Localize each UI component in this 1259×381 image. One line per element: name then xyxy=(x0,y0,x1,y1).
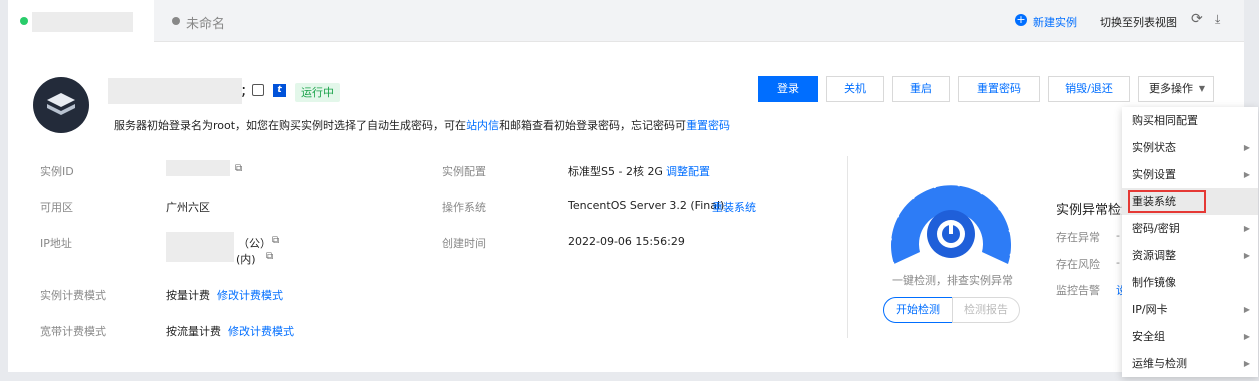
risk-row-label: 存在风险 xyxy=(1056,258,1100,271)
chevron-right-icon: ▶ xyxy=(1243,143,1250,152)
menu-item-reinstall-os[interactable]: 重装系统 xyxy=(1122,188,1258,215)
menu-item-label: 密码/密钥 xyxy=(1132,222,1180,235)
tab-untitled[interactable]: 未命名 xyxy=(186,13,225,32)
login-tip: 服务器初始登录名为root，如您在购买实例时选择了自动生成密码，可在站内信和邮箱… xyxy=(114,117,730,133)
created-time-value: 2022-09-06 15:56:29 xyxy=(568,235,685,248)
os-value: TencentOS Server 3.2 (Final) xyxy=(568,199,725,212)
health-check-gauge xyxy=(890,184,1012,265)
instance-id-redacted xyxy=(166,160,230,176)
download-icon[interactable]: ⤓ xyxy=(1215,12,1220,27)
chevron-right-icon: ▶ xyxy=(1243,224,1250,233)
menu-item-label: 制作镜像 xyxy=(1132,276,1176,289)
menu-item-security-group[interactable]: 安全组 ▶ xyxy=(1122,323,1258,350)
modify-bandwidth-billing-link[interactable]: 修改计费模式 xyxy=(228,323,294,339)
menu-item-instance-state[interactable]: 实例状态 ▶ xyxy=(1122,134,1258,161)
bandwidth-billing-value: 按流量计费 xyxy=(166,325,221,338)
instance-avatar xyxy=(33,77,89,133)
tag-icon[interactable]: t xyxy=(273,84,286,97)
more-actions-button[interactable]: 更多操作 ▼ xyxy=(1138,76,1214,102)
new-instance-link[interactable]: 新建实例 xyxy=(1033,14,1077,30)
config-label: 实例配置 xyxy=(442,165,486,178)
chevron-down-icon: ▼ xyxy=(1198,84,1205,93)
chevron-right-icon: ▶ xyxy=(1243,359,1250,368)
menu-item-resource-adjust[interactable]: 资源调整 ▶ xyxy=(1122,242,1258,269)
modify-billing-link[interactable]: 修改计费模式 xyxy=(217,287,283,303)
tip-text-1: 服务器初始登录名为root，如您在购买实例时选择了自动生成密码，可在 xyxy=(114,119,467,132)
menu-item-label: 购买相同配置 xyxy=(1132,114,1198,127)
ip-private-tag: (内) xyxy=(236,253,256,266)
anomaly-row-label: 存在异常 xyxy=(1056,231,1100,244)
more-actions-label: 更多操作 xyxy=(1149,82,1193,95)
status-badge: 运行中 xyxy=(295,83,340,102)
tab-instance-active[interactable] xyxy=(8,0,154,42)
zone-label: 可用区 xyxy=(40,201,73,214)
menu-item-instance-settings[interactable]: 实例设置 ▶ xyxy=(1122,161,1258,188)
bandwidth-billing-label: 宽带计费模式 xyxy=(40,325,106,338)
name-separator: ; xyxy=(241,80,247,99)
start-check-button[interactable]: 开始检测 xyxy=(883,297,953,323)
instance-id-label: 实例ID xyxy=(40,165,74,178)
reinstall-os-link[interactable]: 重装系统 xyxy=(712,199,756,215)
ip-address-redacted xyxy=(166,232,234,262)
zone-value: 广州六区 xyxy=(166,201,210,214)
ip-label: IP地址 xyxy=(40,237,72,250)
adjust-config-link[interactable]: 调整配置 xyxy=(666,163,710,179)
edit-icon[interactable] xyxy=(252,84,264,96)
menu-item-password-key[interactable]: 密码/密钥 ▶ xyxy=(1122,215,1258,242)
config-value: 标准型S5 - 2核 2G xyxy=(568,165,663,178)
menu-item-buy-same[interactable]: 购买相同配置 xyxy=(1122,107,1258,134)
tab-label-redacted xyxy=(32,12,133,32)
tab-bar: 未命名 + 新建实例 切换至列表视图 ⟳ ⤓ xyxy=(8,0,1244,42)
highlight-box xyxy=(1128,190,1206,213)
inbox-link[interactable]: 站内信 xyxy=(466,119,499,132)
risk-row-value: - xyxy=(1116,256,1120,269)
chevron-right-icon: ▶ xyxy=(1243,332,1250,341)
check-report-button[interactable]: 检测报告 xyxy=(952,297,1020,323)
copy-icon[interactable]: ⧉ xyxy=(266,251,273,262)
add-circle-icon: + xyxy=(1015,13,1027,26)
check-caption: 一键检测，排查实例异常 xyxy=(892,274,1013,287)
menu-item-label: IP/网卡 xyxy=(1132,303,1168,316)
os-label: 操作系统 xyxy=(442,201,486,214)
copy-icon[interactable]: ⧉ xyxy=(235,163,242,174)
chevron-right-icon: ▶ xyxy=(1243,170,1250,179)
billing-mode-value: 按量计费 xyxy=(166,289,210,302)
menu-item-label: 运维与检测 xyxy=(1132,357,1187,370)
reset-password-link[interactable]: 重置密码 xyxy=(686,119,730,132)
divider xyxy=(847,156,848,338)
server-stack-icon xyxy=(47,93,75,115)
shutdown-button[interactable]: 关机 xyxy=(826,76,884,102)
login-button[interactable]: 登录 xyxy=(758,76,818,102)
created-time-label: 创建时间 xyxy=(442,237,486,250)
billing-mode-label: 实例计费模式 xyxy=(40,289,106,302)
running-status-dot xyxy=(20,17,28,25)
menu-item-label: 实例设置 xyxy=(1132,168,1176,181)
stopped-status-dot xyxy=(172,17,180,25)
chevron-right-icon: ▶ xyxy=(1243,251,1250,260)
menu-item-ops-check[interactable]: 运维与检测 ▶ xyxy=(1122,350,1258,377)
chevron-right-icon: ▶ xyxy=(1243,305,1250,314)
switch-list-view-link[interactable]: 切换至列表视图 xyxy=(1100,14,1177,30)
more-actions-menu: 购买相同配置 实例状态 ▶ 实例设置 ▶ 重装系统 密码/密钥 ▶ 资源调整 ▶ 制作镜… xyxy=(1122,107,1258,377)
refresh-icon[interactable]: ⟳ xyxy=(1191,11,1203,27)
alarm-row-label: 监控告警 xyxy=(1056,284,1100,297)
restart-button[interactable]: 重启 xyxy=(892,76,950,102)
menu-item-create-image[interactable]: 制作镜像 xyxy=(1122,269,1258,296)
anomaly-row-value: - xyxy=(1116,229,1120,242)
menu-item-label: 实例状态 xyxy=(1132,141,1176,154)
tip-text-2: 和邮箱查看初始登录密码，忘记密码可 xyxy=(499,119,687,132)
menu-item-ip-nic[interactable]: IP/网卡 ▶ xyxy=(1122,296,1258,323)
reset-password-button[interactable]: 重置密码 xyxy=(958,76,1040,102)
ip-public-tag: （公） xyxy=(238,237,271,250)
menu-item-label: 资源调整 xyxy=(1132,249,1176,262)
destroy-button[interactable]: 销毁/退还 xyxy=(1048,76,1130,102)
instance-name-redacted xyxy=(108,78,242,104)
menu-item-label: 安全组 xyxy=(1132,330,1165,343)
copy-icon[interactable]: ⧉ xyxy=(272,235,279,246)
